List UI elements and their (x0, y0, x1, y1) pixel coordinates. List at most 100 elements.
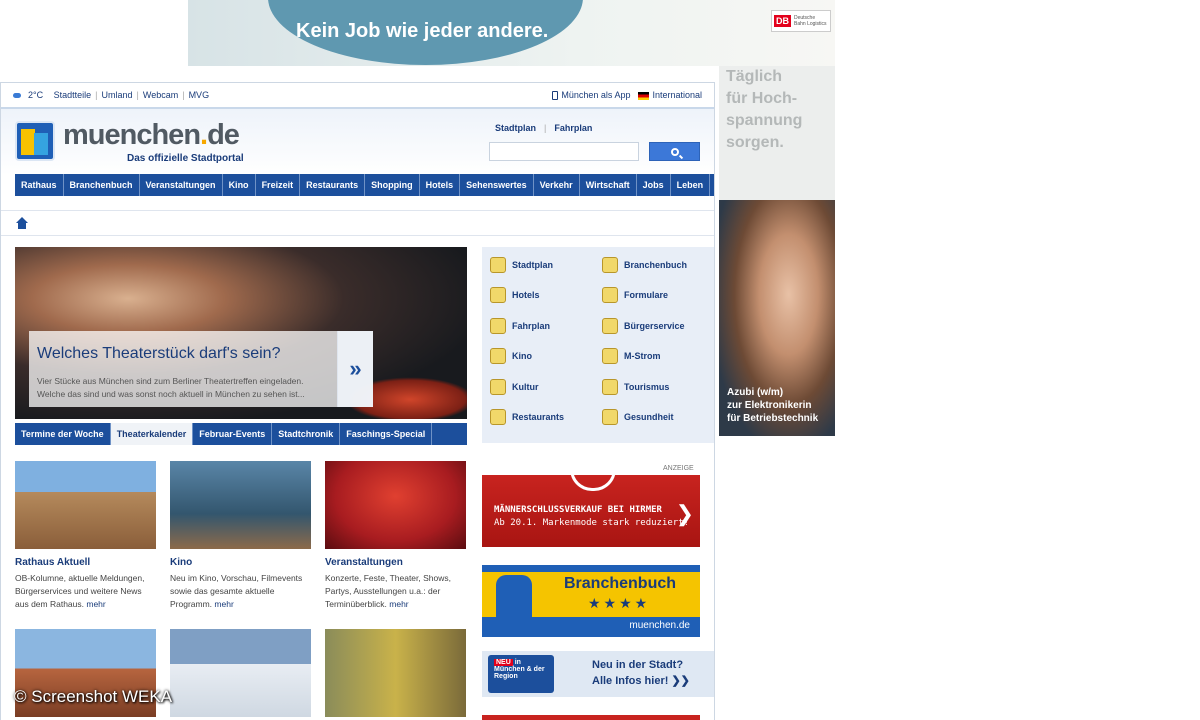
quicklink-label: Restaurants (512, 412, 565, 422)
german-flag-icon (638, 91, 650, 100)
util-link-umland[interactable]: Umland (102, 90, 133, 100)
teaser-image-gebaeude[interactable] (325, 629, 466, 717)
nav-item-restaurants[interactable]: Restaurants (300, 174, 366, 196)
hero-slider[interactable]: Welches Theaterstück darf's sein? Vier S… (15, 247, 467, 419)
teaser-more-link[interactable]: mehr (389, 599, 408, 609)
shopping-bag-icon (570, 469, 616, 491)
weather-link[interactable]: 2°C (28, 90, 43, 100)
teaser-text: Konzerte, Feste, Theater, Shows, Partys,… (325, 572, 466, 611)
nav-item-verkehr[interactable]: Verkehr (534, 174, 580, 196)
teaser-title[interactable]: Rathaus Aktuell (15, 557, 156, 568)
quicklink-stadtplan[interactable]: Stadtplan (490, 257, 553, 273)
bottom-ad-strip[interactable] (482, 715, 700, 720)
util-link-webcam[interactable]: Webcam (143, 90, 178, 100)
hero-overlay: Welches Theaterstück darf's sein? Vier S… (29, 331, 373, 407)
quicklink-formulare[interactable]: Formulare (602, 287, 668, 303)
new-badge-label: NEU (494, 659, 513, 666)
new-in-town-ad[interactable]: NEU in München & der Region Neu in der S… (482, 651, 714, 697)
teaser-desc: Neu im Kino, Vorschau, Filmevents sowie … (170, 573, 303, 609)
nav-item-wirtschaft[interactable]: Wirtschaft (580, 174, 637, 196)
frauenkirche-icon (496, 575, 532, 619)
nav-item-leben[interactable]: Leben (671, 174, 711, 196)
nav-item-shopping[interactable]: Shopping (365, 174, 420, 196)
top-banner-ad[interactable]: Kein Job wie jeder andere. DB Deutsche B… (188, 0, 835, 66)
nav-item-branchenbuch[interactable]: Branchenbuch (64, 174, 140, 196)
teaser-desc: OB-Kolumne, aktuelle Meldungen, Bürgerse… (15, 573, 145, 609)
quicklink-buergerservice[interactable]: Bürgerservice (602, 318, 685, 334)
app-link[interactable]: München als App (552, 89, 631, 101)
quicklink-label: Stadtplan (512, 260, 554, 270)
cart-icon (602, 257, 618, 273)
db-logo-mark: DB (774, 15, 791, 27)
nav-item-veranstaltungen[interactable]: Veranstaltungen (140, 174, 223, 196)
branchenbuch-ad[interactable]: Branchenbuch ★★★★ muenchen.de (482, 565, 700, 637)
tab-stadtchronik[interactable]: Stadtchronik (272, 423, 341, 445)
phone-icon (552, 91, 559, 101)
teaser-veranstaltungen: Veranstaltungen Konzerte, Feste, Theater… (325, 461, 466, 611)
quicklink-label: Fahrplan (512, 321, 551, 331)
db-logo: DB Deutsche Bahn Logistics (771, 10, 831, 32)
map-icon (490, 257, 506, 273)
teaser-image[interactable] (325, 461, 466, 549)
new-badge: NEU in München & der Region (488, 655, 554, 693)
nav-item-jobs[interactable]: Jobs (637, 174, 671, 196)
hero-text: Vier Stücke aus München sind zum Berline… (37, 376, 305, 399)
quicklink-fahrplan[interactable]: Fahrplan (490, 318, 550, 334)
international-link[interactable]: International (638, 90, 702, 100)
quicklink-hotels[interactable]: Hotels (490, 287, 540, 303)
tab-theaterkalender[interactable]: Theaterkalender (110, 423, 194, 445)
quicklink-tourismus[interactable]: Tourismus (602, 379, 669, 395)
search-icon (670, 147, 679, 156)
header-links: Stadtplan | Fahrplan (495, 123, 592, 133)
tab-termine[interactable]: Termine der Woche (15, 423, 111, 445)
quicklink-label: Kultur (512, 382, 539, 392)
nav-item-sehenswertes[interactable]: Sehenswertes (460, 174, 534, 196)
teaser-image[interactable] (170, 461, 311, 549)
teaser-more-link[interactable]: mehr (214, 599, 233, 609)
teaser-title[interactable]: Veranstaltungen (325, 557, 466, 568)
quicklink-m-strom[interactable]: M-Strom (602, 348, 661, 364)
teaser-kino: Kino Neu im Kino, Vorschau, Filmevents s… (170, 461, 311, 611)
teaser-title[interactable]: Kino (170, 557, 311, 568)
app-link-label: München als App (561, 89, 631, 100)
quicklink-label: Bürgerservice (624, 321, 685, 331)
side-banner-ad[interactable]: Täglich für Hoch- spannung sorgen. Azubi… (719, 66, 835, 436)
teaser-image[interactable] (15, 461, 156, 549)
nav-item-freizeit[interactable]: Freizeit (256, 174, 301, 196)
hirmer-ad[interactable]: MÄNNERSCHLUSSVERKAUF BEI HIRMER Ab 20.1.… (482, 469, 700, 547)
hirmer-ad-line2: Ab 20.1. Markenmode stark reduziert! (494, 518, 690, 528)
util-link-stadtteile[interactable]: Stadtteile (54, 90, 92, 100)
quicklink-kino[interactable]: Kino (490, 348, 532, 364)
nav-item-rathaus[interactable]: Rathaus (15, 174, 64, 196)
side-ad-tagline-line: spannung (726, 112, 803, 129)
tab-februar-events[interactable]: Februar-Events (193, 423, 273, 445)
quicklink-gesundheit[interactable]: Gesundheit (602, 409, 674, 425)
util-link-mvg[interactable]: MVG (189, 90, 210, 100)
teaser-more-link[interactable]: mehr (86, 599, 105, 609)
hero-next-button[interactable]: » (337, 331, 373, 407)
header-link-fahrplan[interactable]: Fahrplan (554, 123, 592, 133)
hero-title[interactable]: Welches Theaterstück darf's sein? (37, 345, 280, 363)
side-ad-tagline: Täglich für Hoch- spannung sorgen. (726, 66, 802, 154)
teaser-image-eislauf[interactable] (170, 629, 311, 717)
nav-item-kino[interactable]: Kino (223, 174, 256, 196)
quicklink-branchenbuch[interactable]: Branchenbuch (602, 257, 687, 273)
quicklink-kultur[interactable]: Kultur (490, 379, 539, 395)
teaser-image[interactable] (325, 629, 466, 717)
quicklink-restaurants[interactable]: Restaurants (490, 409, 564, 425)
header-link-stadtplan[interactable]: Stadtplan (495, 123, 536, 133)
quicklink-label: Hotels (512, 290, 540, 300)
quicklink-label: Kino (512, 351, 532, 361)
site-logo-text[interactable]: muenchen.de (63, 119, 240, 152)
nav-item-hotels[interactable]: Hotels (420, 174, 461, 196)
search-button[interactable] (649, 142, 700, 161)
teaser-image[interactable] (170, 629, 311, 717)
new-in-town-message: Neu in der Stadt? Alle Infos hier! ❯❯ (592, 657, 690, 689)
side-ad-caption: Azubi (w/m) zur Elektronikerin für Betri… (727, 386, 818, 425)
tab-faschings-special[interactable]: Faschings-Special (340, 423, 433, 445)
home-icon[interactable] (16, 217, 28, 229)
branchenbuch-ad-title: Branchenbuch (564, 575, 677, 592)
search-input[interactable] (489, 142, 639, 161)
city-logo-icon[interactable] (15, 121, 55, 161)
site-tagline: Das offizielle Stadtportal (127, 153, 244, 164)
